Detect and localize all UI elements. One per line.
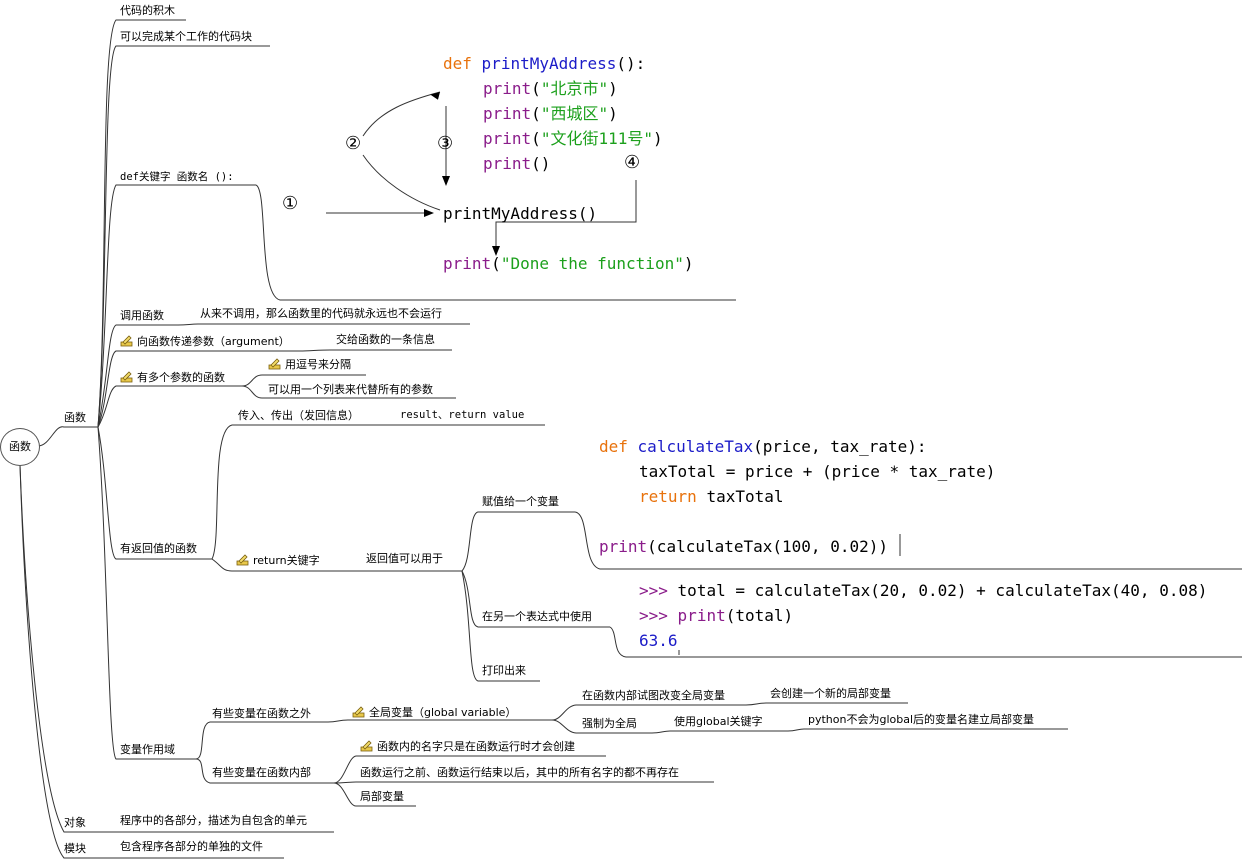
note-result: result、return value: [400, 409, 525, 421]
marker-1: ①: [282, 193, 299, 214]
marker-2: ②: [345, 133, 362, 154]
node-scope: 变量作用域: [120, 743, 175, 756]
use-print: 打印出来: [482, 664, 526, 677]
note-new-local: 会创建一个新的局部变量: [770, 687, 891, 700]
node-pass-args: 向函数传递参数（argument）: [120, 335, 290, 349]
use-assign: 赋值给一个变量: [482, 495, 559, 508]
pencil-icon: [120, 335, 133, 347]
use-expression: 在另一个表达式中使用: [482, 610, 592, 623]
node-pass-args-label: 向函数传递参数（argument）: [137, 335, 290, 348]
node-use-global: 使用global关键字: [674, 715, 763, 728]
note-local-var: 局部变量: [360, 790, 404, 803]
code-print-wenhua: print("文化街111号"): [483, 129, 663, 148]
code-repl-total: >>> total = calculateTax(20, 0.02) + cal…: [639, 581, 1208, 600]
branch-functions: 函数: [64, 411, 86, 424]
note-comma-label: 用逗号来分隔: [285, 358, 351, 371]
note-names-created: 函数内的名字只是在函数运行时才会创建: [360, 740, 575, 754]
node-in-out: 传入、传出（发回信息）: [238, 409, 359, 422]
code-taxtotal: taxTotal = price + (price * tax_rate): [639, 462, 996, 481]
node-multi-args: 有多个参数的函数: [120, 371, 225, 385]
note-python-global: python不会为global后的变量名建立局部变量: [808, 713, 1035, 726]
note-modules: 包含程序各部分的单独的文件: [120, 840, 263, 853]
node-def-keyword: def关键字 函数名 ():: [120, 171, 234, 183]
node-global-var-label: 全局变量（global variable）: [369, 706, 517, 719]
pencil-icon: [236, 554, 249, 566]
branch-modules: 模块: [64, 842, 86, 855]
node-inside: 有些变量在函数内部: [212, 766, 311, 779]
note-list-params: 可以用一个列表来代替所有的参数: [268, 383, 433, 396]
node-global-var: 全局变量（global variable）: [352, 706, 516, 720]
node-force-global: 强制为全局: [582, 717, 637, 730]
code-call-printmyaddress: printMyAddress(): [443, 204, 598, 223]
node-outside: 有些变量在函数之外: [212, 707, 311, 720]
node-code-chunk: 可以完成某个工作的代码块: [120, 30, 252, 43]
code-print-empty: print(): [483, 154, 551, 173]
note-never-called: 从来不调用，那么函数里的代码就永远也不会运行: [200, 307, 442, 320]
code-print-done: print("Done the function"): [443, 254, 694, 273]
node-multi-args-label: 有多个参数的函数: [137, 371, 225, 384]
pencil-icon: [120, 371, 133, 383]
note-objects: 程序中的各部分，描述为自包含的单元: [120, 814, 307, 827]
node-return-keyword: return关键字: [236, 554, 320, 568]
node-return-uses: 返回值可以用于: [366, 552, 443, 565]
code-repl-print: >>> print(total): [639, 606, 794, 625]
node-modify-global: 在函数内部试图改变全局变量: [582, 689, 725, 702]
code-repl-result: 63.6: [639, 631, 678, 650]
note-names-gone: 函数运行之前、函数运行结束以后，其中的所有名字的都不再存在: [360, 766, 679, 779]
note-names-created-label: 函数内的名字只是在函数运行时才会创建: [377, 740, 575, 753]
node-return-function: 有返回值的函数: [120, 542, 197, 555]
root-node: 函数: [0, 428, 40, 466]
pencil-icon: [360, 740, 373, 752]
code-print-calc: print(calculateTax(100, 0.02)): [599, 537, 888, 556]
code-return: return taxTotal: [639, 487, 784, 506]
note-comma: 用逗号来分隔: [268, 358, 351, 372]
pencil-icon: [352, 706, 365, 718]
node-return-keyword-label: return关键字: [253, 554, 320, 567]
note-argument: 交给函数的一条信息: [336, 333, 435, 346]
node-code-blocks: 代码的积木: [120, 4, 175, 17]
code-def-calculatetax: def calculateTax(price, tax_rate):: [599, 437, 927, 456]
pencil-icon: [268, 358, 281, 370]
marker-4: ④: [624, 152, 641, 173]
code-print-xicheng: print("西城区"): [483, 104, 618, 123]
node-call-function: 调用函数: [120, 309, 164, 322]
code-print-beijing: print("北京市"): [483, 79, 618, 98]
marker-3: ③: [437, 133, 454, 154]
code-def-printmyaddress: def printMyAddress():: [443, 54, 646, 73]
branch-objects: 对象: [64, 816, 86, 829]
